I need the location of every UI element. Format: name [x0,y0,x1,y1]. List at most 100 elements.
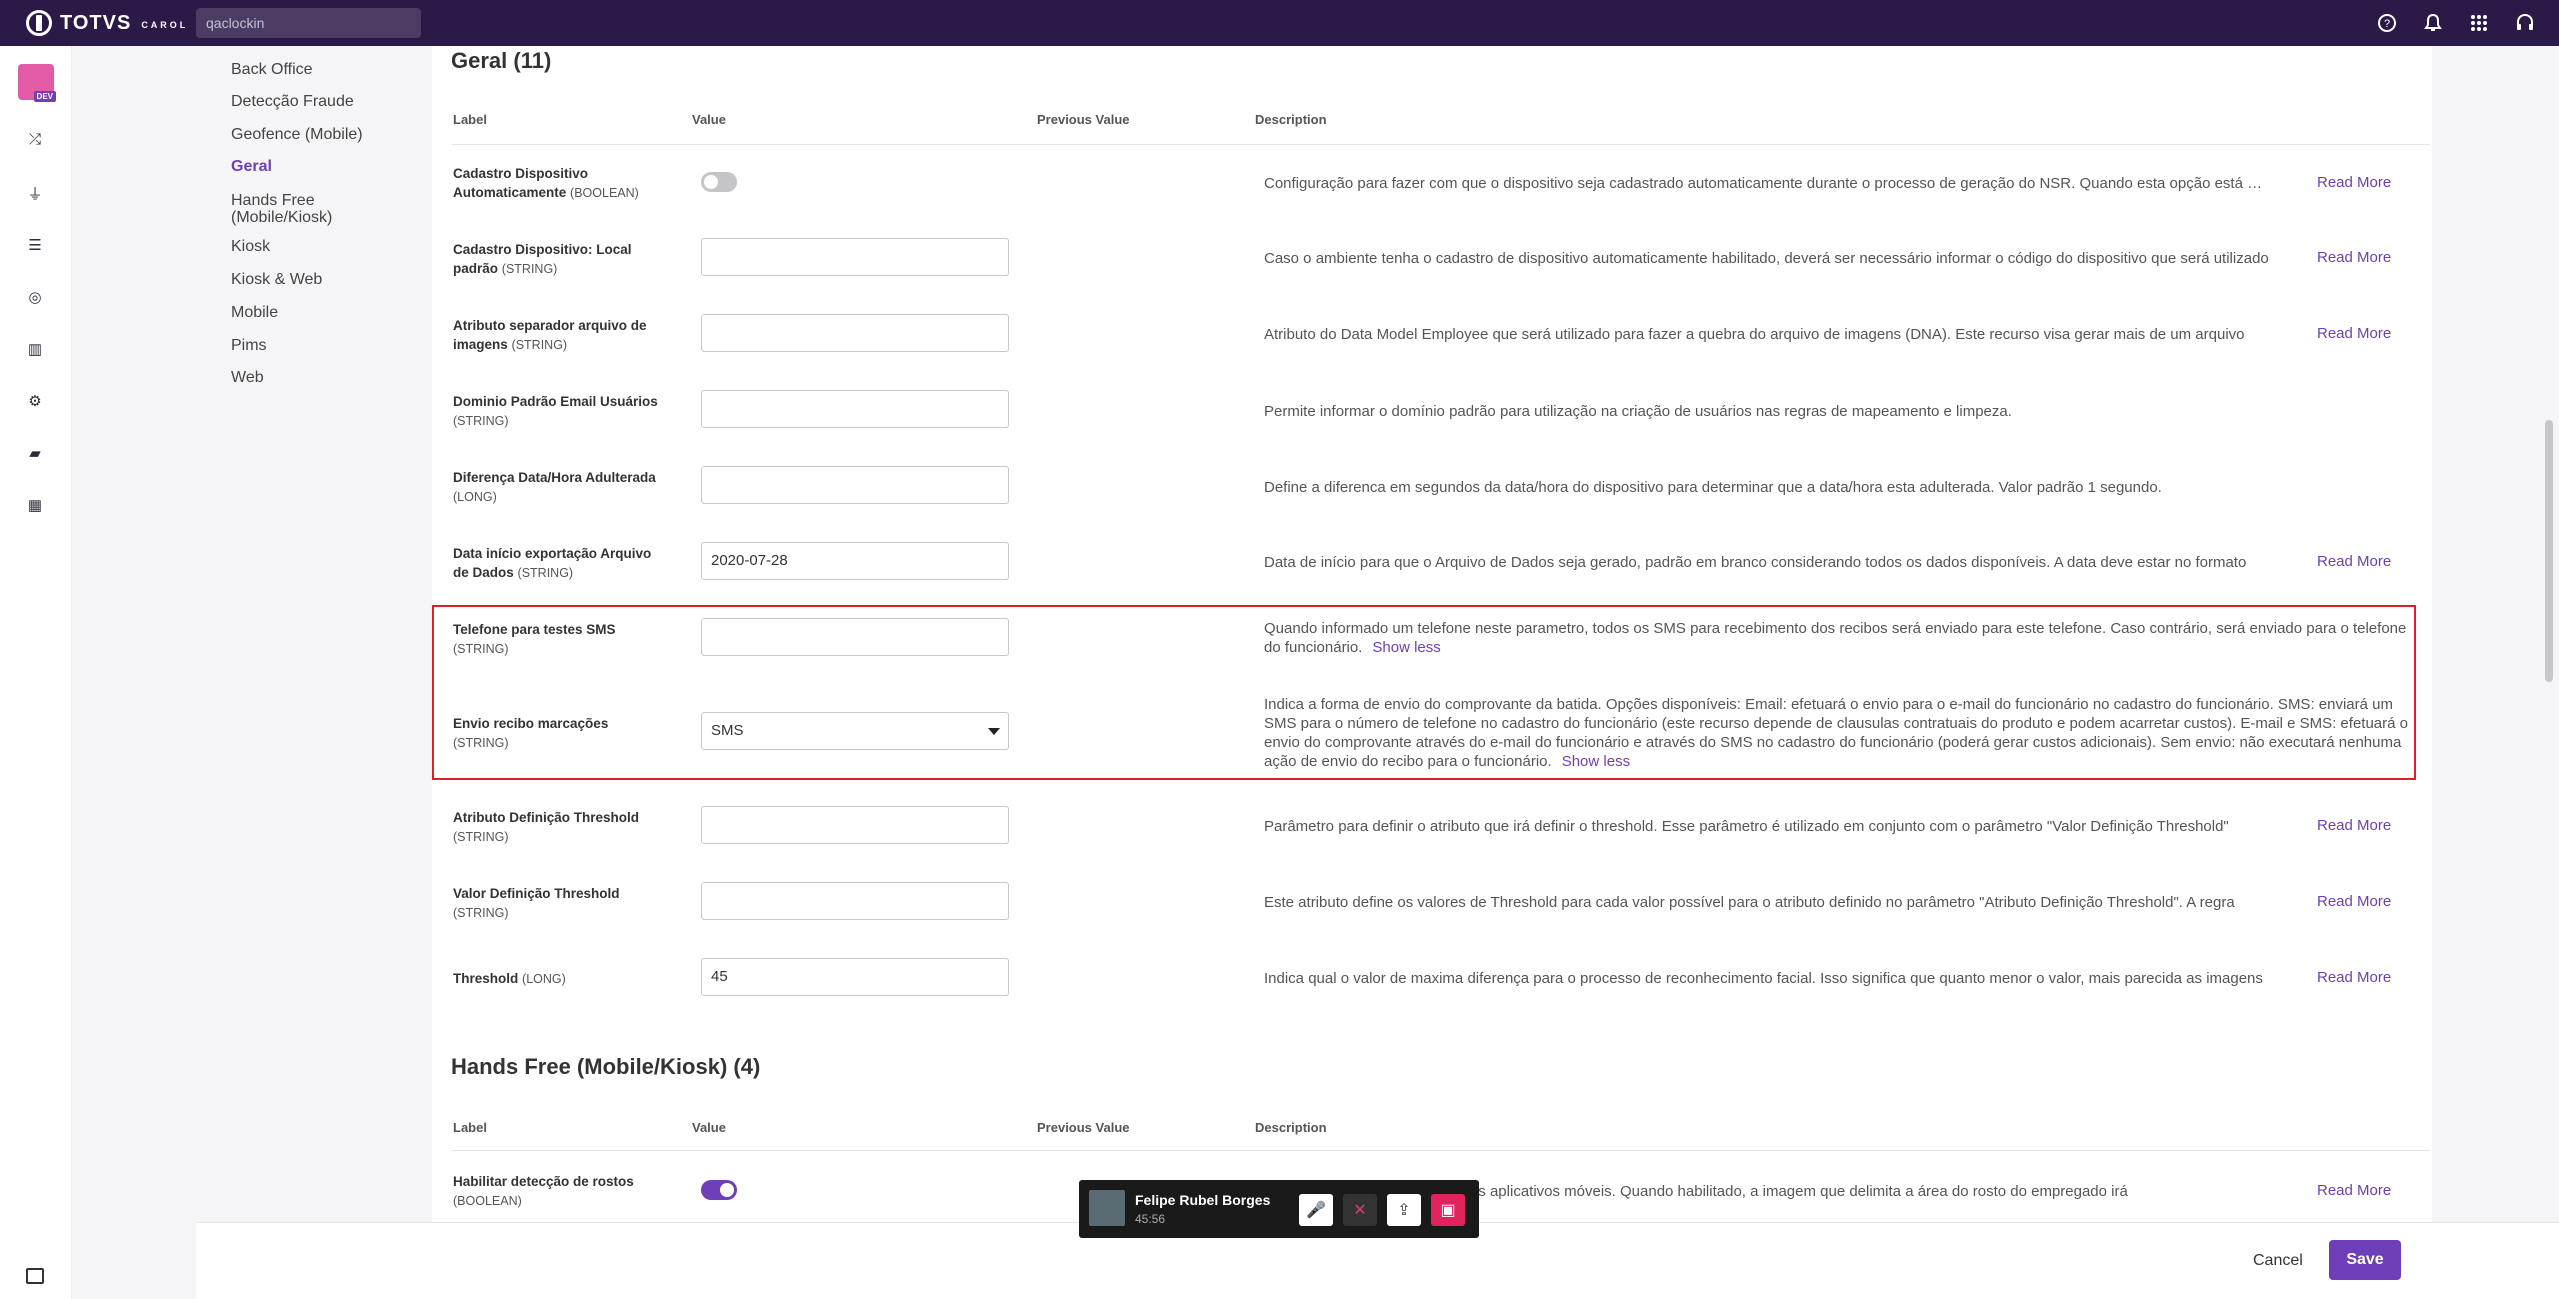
cancel-button[interactable]: Cancel [2253,1252,2303,1270]
avatar [1089,1190,1125,1226]
header-divider [452,144,2430,145]
toggle-switch[interactable] [701,1180,737,1200]
setting-label: Cadastro Dispositivo Automaticamente (BO… [453,166,639,200]
brand-name: TOTVS [60,11,132,34]
col-header-label: Label [453,112,487,127]
headset-icon[interactable] [2513,11,2537,35]
chart-icon[interactable]: ▥ [24,338,46,360]
settings-panel: Geral (11) Label Value Previous Value De… [432,46,2432,1222]
setting-label: Valor Definição Threshold (STRING) [453,886,620,920]
text-field[interactable] [701,806,1009,844]
brand-sub: CAROL [141,19,189,30]
text-field[interactable] [701,882,1009,920]
search-input[interactable]: qaclockin [196,8,421,38]
video-off-icon[interactable]: ✕ [1343,1194,1377,1226]
brand-logo[interactable]: TOTVS CAROL [26,10,188,36]
setting-label: Threshold (LONG) [453,971,566,986]
setting-label: Cadastro Dispositivo: Local padrão (STRI… [453,242,632,276]
col-header-value: Value [692,1120,726,1135]
setting-description: Quando informado um telefone neste param… [1264,620,2407,656]
settings-icon[interactable]: ⚙ [24,390,46,412]
top-bar: TOTVS CAROL qaclockin ? [0,0,2559,46]
phone-field[interactable] [701,618,1009,656]
plug-icon[interactable]: ⏚ [24,182,46,204]
collapse-sidebar-icon[interactable] [26,1268,44,1284]
nav-item-kiosk-web[interactable]: Kiosk & Web [231,271,322,288]
setting-description: Indica qual o valor de maxima diferença … [1264,970,2263,987]
nav-item-back-office[interactable]: Back Office [231,61,313,78]
setting-description: Atributo do Data Model Employee que será… [1264,326,2245,343]
setting-label: Dominio Padrão Email Usuários (STRING) [453,394,658,428]
section-title-hands-free: Hands Free (Mobile/Kiosk) (4) [451,1054,761,1079]
setting-label: Telefone para testes SMS (STRING) [453,622,616,656]
calendar-icon[interactable]: ▦ [24,494,46,516]
svg-text:?: ? [2384,18,2390,30]
setting-description: Caso o ambiente tenha o cadastro de disp… [1264,250,2269,267]
database-icon[interactable]: ☰ [24,234,46,256]
setting-description: Configuração para fazer com que o dispos… [1264,175,2269,192]
chevron-down-icon [988,728,1000,735]
section-title-geral: Geral (11) [451,48,552,73]
nav-item-geral[interactable]: Geral [231,158,272,175]
nav-item-hands-free[interactable]: Hands Free (Mobile/Kiosk) [231,192,381,226]
text-field[interactable] [701,466,1009,504]
bell-icon[interactable] [2421,11,2445,35]
show-less-link[interactable]: Show less [1372,639,1440,656]
read-more-link[interactable]: Read More [2317,893,2391,910]
nav-item-kiosk[interactable]: Kiosk [231,238,270,255]
setting-description: Indica a forma de envio do comprovante d… [1264,696,2408,770]
share-icon[interactable]: ⇪ [1387,1194,1421,1226]
setting-label: Diferença Data/Hora Adulterada (LONG) [453,470,656,504]
nav-item-pims[interactable]: Pims [231,337,267,354]
send-method-select[interactable]: SMS [701,712,1009,750]
read-more-link[interactable]: Read More [2317,249,2391,266]
text-field[interactable] [701,390,1009,428]
setting-description: Este atributo define os valores de Thres… [1264,894,2235,911]
read-more-link[interactable]: Read More [2317,325,2391,342]
setting-description: Permite informar o domínio padrão para u… [1264,403,2012,420]
show-less-link[interactable]: Show less [1562,753,1630,770]
chat-icon[interactable]: ▰ [24,442,46,464]
settings-nav: Back Office Detecção Fraude Geofence (Mo… [196,46,428,1222]
call-duration: 45:56 [1135,1212,1166,1226]
totvs-logo-icon [26,10,52,36]
col-header-previous: Previous Value [1037,112,1130,127]
left-rail: DEV ⤮ ⏚ ☰ ◎ ▥ ⚙ ▰ ▦ [0,46,72,1299]
setting-description: Parâmetro para definir o atributo que ir… [1264,818,2229,835]
toggle-switch[interactable] [701,172,737,192]
shuffle-icon[interactable]: ⤮ [24,128,46,150]
save-button[interactable]: Save [2329,1240,2401,1280]
nav-item-deteccao-fraude[interactable]: Detecção Fraude [231,93,354,110]
compass-icon[interactable]: ◎ [24,286,46,308]
end-call-icon[interactable]: ▣ [1431,1194,1465,1226]
text-field[interactable] [701,238,1009,276]
read-more-link[interactable]: Read More [2317,969,2391,986]
caller-name: Felipe Rubel Borges [1135,1192,1271,1208]
read-more-link[interactable]: Read More [2317,174,2391,191]
col-header-description: Description [1255,112,1327,127]
scrollbar[interactable] [2545,420,2553,682]
text-field[interactable] [701,314,1009,352]
read-more-link[interactable]: Read More [2317,553,2391,570]
apps-grid-icon[interactable] [2467,11,2491,35]
setting-label: Atributo Definição Threshold (STRING) [453,810,640,844]
setting-description: Data de início para que o Arquivo de Dad… [1264,554,2247,571]
env-badge: DEV [33,91,56,102]
setting-label: Envio recibo marcações (STRING) [453,716,609,750]
carol-app-logo[interactable]: DEV [18,64,56,102]
header-divider [452,1150,2430,1151]
read-more-link[interactable]: Read More [2317,817,2391,834]
date-field[interactable]: 2020-07-28 [701,542,1009,580]
col-header-value: Value [692,112,726,127]
setting-label: Habilitar detecção de rostos (BOOLEAN) [453,1174,634,1208]
col-header-description: Description [1255,1120,1327,1135]
col-header-previous: Previous Value [1037,1120,1130,1135]
nav-item-geofence[interactable]: Geofence (Mobile) [231,126,363,143]
threshold-field[interactable]: 45 [701,958,1009,996]
read-more-link[interactable]: Read More [2317,1182,2391,1199]
nav-item-web[interactable]: Web [231,369,264,386]
col-header-label: Label [453,1120,487,1135]
help-icon[interactable]: ? [2375,11,2399,35]
microphone-icon[interactable]: 🎤 [1299,1194,1333,1226]
nav-item-mobile[interactable]: Mobile [231,304,278,321]
